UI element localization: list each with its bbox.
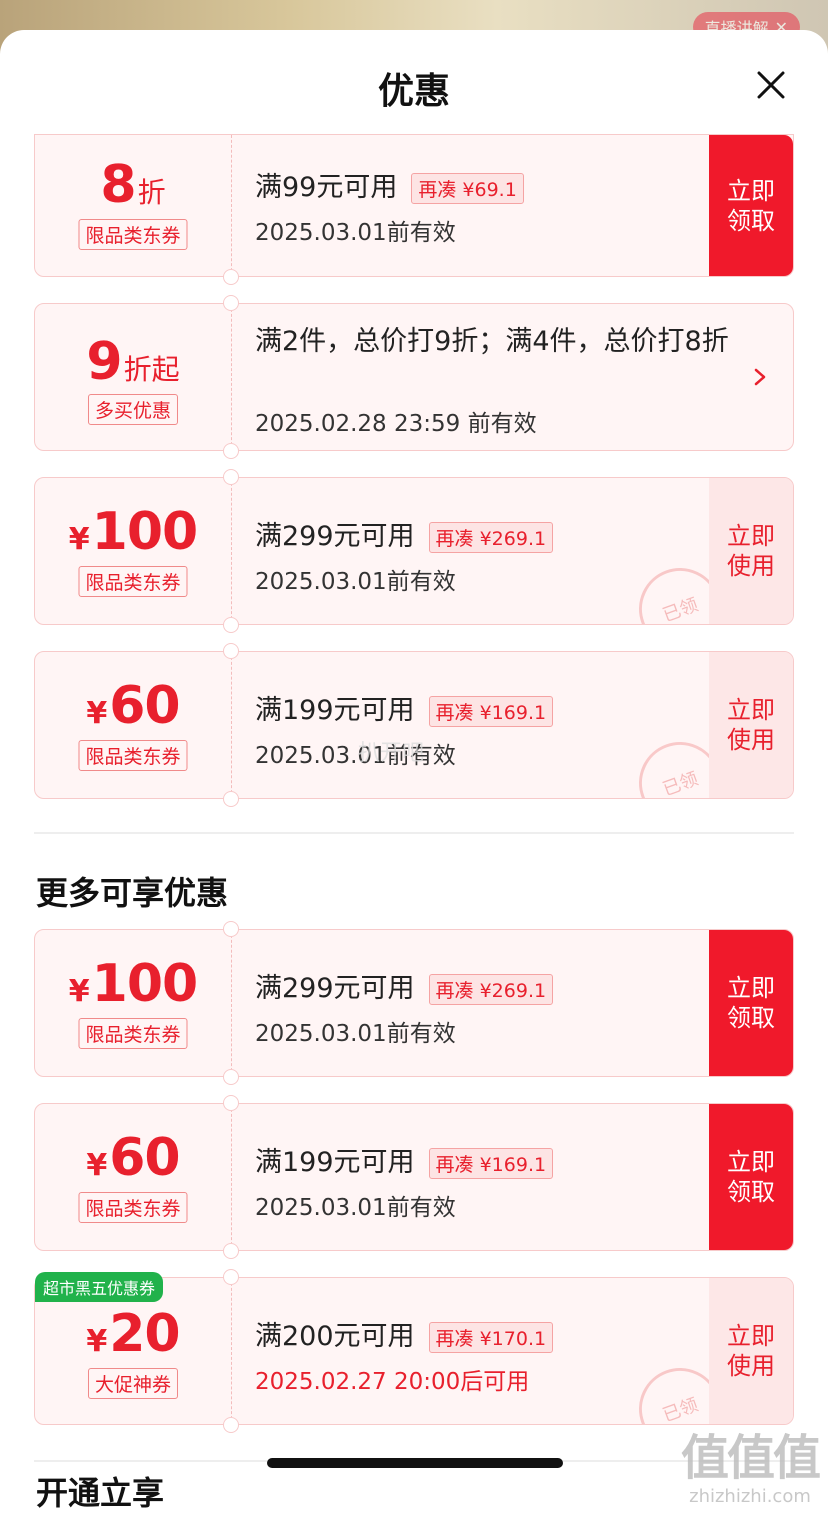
coupon-card: ¥60 限品类东券 满199元可用 再凑 ¥169.1 2025.03.01前有效…: [34, 1095, 794, 1259]
coupon-condition: 满299元可用 再凑 ¥269.1: [255, 514, 554, 553]
coupon-type-tag: 限品类东券: [78, 1192, 188, 1223]
add-more-tag: 再凑 ¥170.1: [428, 1322, 554, 1353]
coupon-card: 8折 限品类东券 满99元可用 再凑 ¥69.1 2025.03.01前有效 立即…: [34, 134, 794, 285]
coupon-notch: [223, 921, 239, 937]
add-more-tag: 再凑 ¥269.1: [428, 522, 554, 553]
coupon-type-tag: 限品类东券: [78, 219, 188, 250]
coupon-notch: [223, 1243, 239, 1259]
coupon-type-tag: 限品类东券: [78, 1018, 188, 1049]
coupon-left-panel: ¥100 限品类东券: [35, 478, 232, 624]
coupon-condition: 满199元可用 再凑 ¥169.1: [255, 1140, 554, 1179]
coupon-amount: ¥60: [86, 1128, 180, 1188]
add-more-tag: 再凑 ¥69.1: [411, 173, 524, 204]
use-coupon-button[interactable]: 立即使用: [709, 1278, 793, 1424]
coupon-notch: [223, 469, 239, 485]
coupon-amount: ¥60: [86, 676, 180, 736]
coupon-notch: [223, 1269, 239, 1285]
coupon-amount: ¥100: [68, 954, 198, 1014]
coupon-notch: [223, 791, 239, 807]
claim-coupon-button[interactable]: 立即领取: [709, 930, 793, 1076]
coupon-card[interactable]: 9折起 多买优惠 满2件，总价打9折；满4件，总价打8折 2025.02.28 …: [34, 295, 794, 459]
membership-section-title: 开通立享: [36, 1474, 165, 1512]
coupon-validity: 2025.02.28 23:59 前有效: [255, 411, 537, 437]
use-coupon-button[interactable]: 立即使用: [709, 478, 793, 624]
coupon-notch: [223, 295, 239, 311]
watermark-logo: 值值值 zhizhizhi.com: [680, 1430, 821, 1507]
coupon-condition: 满199元可用 再凑 ¥169.1: [255, 688, 554, 727]
coupon-left-panel: 9折起 多买优惠: [35, 304, 232, 450]
coupon-validity: 2025.03.01前有效: [255, 220, 456, 246]
multi-buy-description: 满2件，总价打9折；满4件，总价打8折: [255, 326, 729, 357]
coupon-validity: 2025.03.01前有效: [255, 743, 456, 769]
coupon-notch: [223, 1069, 239, 1085]
coupon-card: ¥100 限品类东券 满299元可用 再凑 ¥269.1 2025.03.01前有…: [34, 921, 794, 1085]
coupon-notch: [223, 617, 239, 633]
coupon-validity: 2025.02.27 20:00后可用: [255, 1369, 530, 1395]
coupon-type-tag: 多买优惠: [87, 394, 179, 425]
coupon-condition: 满99元可用 再凑 ¥69.1: [255, 165, 524, 204]
use-coupon-button[interactable]: 立即使用: [709, 652, 793, 798]
chevron-right-icon[interactable]: [753, 367, 767, 387]
home-indicator[interactable]: [267, 1458, 563, 1468]
section-title: 更多可享优惠: [36, 874, 229, 912]
coupon-left-panel: 8折 限品类东券: [35, 135, 232, 276]
claim-coupon-button[interactable]: 立即领取: [709, 1104, 793, 1250]
coupon-type-tag: 限品类东券: [78, 740, 188, 771]
add-more-tag: 再凑 ¥169.1: [428, 1148, 554, 1179]
coupon-amount: 8折: [100, 155, 166, 215]
coupon-type-tag: 大促神券: [87, 1368, 179, 1399]
coupon-amount: 9折起: [86, 332, 180, 392]
coupon-sheet: 优惠 8折 限品类东券 满99元可用 再凑 ¥69.1 2025.03.01前有效…: [0, 30, 828, 1516]
coupon-notch: [223, 1417, 239, 1433]
coupon-card: 已领 ¥60 限品类东券 满199元可用 再凑 ¥169.1 2025.03.01…: [34, 643, 794, 807]
coupon-notch: [223, 269, 239, 285]
coupon-left-panel: ¥60 限品类东券: [35, 652, 232, 798]
section-divider: [34, 832, 794, 834]
sheet-title: 优惠: [377, 71, 450, 112]
coupon-amount: ¥20: [86, 1304, 180, 1364]
coupon-left-panel: ¥60 限品类东券: [35, 1104, 232, 1250]
coupon-notch: [223, 443, 239, 459]
close-icon[interactable]: [754, 68, 788, 102]
coupon-card: 已领 ¥20 大促神券 超市黑五优惠券 满200元可用 再凑 ¥170.1 202…: [34, 1269, 794, 1433]
coupon-validity: 2025.03.01前有效: [255, 1195, 456, 1221]
coupon-type-tag: 限品类东券: [78, 566, 188, 597]
sheet-header: 优惠: [0, 30, 828, 135]
coupon-amount: ¥100: [68, 502, 198, 562]
coupon-card: 已领 ¥100 限品类东券 满299元可用 再凑 ¥269.1 2025.03.0…: [34, 469, 794, 633]
promo-badge: 超市黑五优惠券: [35, 1272, 164, 1302]
add-more-tag: 再凑 ¥169.1: [428, 696, 554, 727]
watermark-text: 扒开吧: [358, 741, 425, 766]
coupon-notch: [223, 643, 239, 659]
coupon-left-panel: ¥100 限品类东券: [35, 930, 232, 1076]
coupon-condition: 满299元可用 再凑 ¥269.1: [255, 966, 554, 1005]
add-more-tag: 再凑 ¥269.1: [428, 974, 554, 1005]
coupon-validity: 2025.03.01前有效: [255, 1021, 456, 1047]
claim-coupon-button[interactable]: 立即领取: [709, 135, 793, 276]
coupon-condition: 满200元可用 再凑 ¥170.1: [255, 1314, 554, 1353]
coupon-notch: [223, 1095, 239, 1111]
coupon-validity: 2025.03.01前有效: [255, 569, 456, 595]
